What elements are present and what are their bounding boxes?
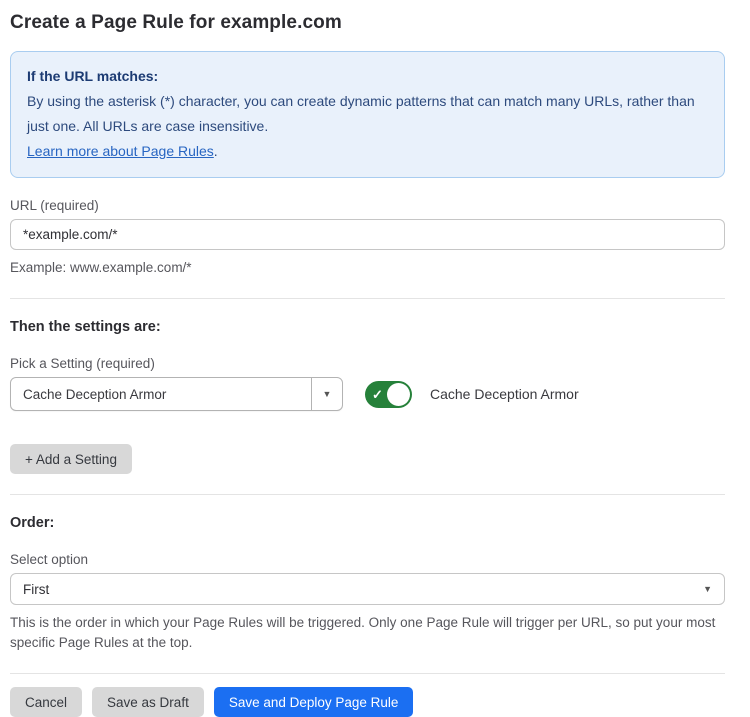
save-draft-button[interactable]: Save as Draft — [92, 687, 204, 717]
url-label: URL (required) — [10, 198, 725, 213]
setting-toggle-label: Cache Deception Armor — [430, 386, 579, 402]
url-helper: Example: www.example.com/* — [10, 258, 725, 278]
learn-more-link[interactable]: Learn more about Page Rules — [27, 143, 214, 159]
info-box-heading: If the URL matches: — [27, 64, 708, 89]
cancel-button[interactable]: Cancel — [10, 687, 82, 717]
chevron-down-icon: ▼ — [323, 389, 332, 399]
setting-picker-dropdown[interactable]: Cache Deception Armor ▼ — [10, 377, 343, 411]
settings-heading: Then the settings are: — [10, 319, 725, 335]
order-helper: This is the order in which your Page Rul… — [10, 613, 725, 653]
page-title: Create a Page Rule for example.com — [10, 12, 725, 34]
setting-toggle-wrap: ✓ Cache Deception Armor — [365, 381, 579, 408]
info-box-body: By using the asterisk (*) character, you… — [27, 89, 708, 139]
toggle-knob — [387, 383, 410, 406]
info-box-link-line: Learn more about Page Rules. — [27, 139, 708, 164]
link-suffix: . — [214, 143, 218, 159]
divider — [10, 673, 725, 674]
order-select[interactable]: First ▼ — [10, 573, 725, 605]
chevron-down-icon: ▼ — [703, 584, 712, 594]
order-select-label: Select option — [10, 552, 725, 567]
setting-picker-label: Pick a Setting (required) — [10, 356, 725, 371]
url-match-info-box: If the URL matches: By using the asteris… — [10, 51, 725, 178]
setting-picker-value: Cache Deception Armor — [11, 378, 311, 410]
divider — [10, 494, 725, 495]
url-input[interactable] — [10, 219, 725, 250]
setting-toggle[interactable]: ✓ — [365, 381, 412, 408]
check-icon: ✓ — [372, 388, 383, 401]
setting-picker-arrow-button[interactable]: ▼ — [311, 378, 342, 410]
save-deploy-button[interactable]: Save and Deploy Page Rule — [214, 687, 414, 717]
footer-buttons: Cancel Save as Draft Save and Deploy Pag… — [10, 687, 725, 717]
add-setting-button[interactable]: + Add a Setting — [10, 444, 132, 474]
order-select-value: First — [23, 582, 49, 597]
page-rule-form: Create a Page Rule for example.com If th… — [0, 0, 750, 717]
setting-row: Cache Deception Armor ▼ ✓ Cache Deceptio… — [10, 377, 725, 411]
order-heading: Order: — [10, 515, 725, 531]
divider — [10, 298, 725, 299]
